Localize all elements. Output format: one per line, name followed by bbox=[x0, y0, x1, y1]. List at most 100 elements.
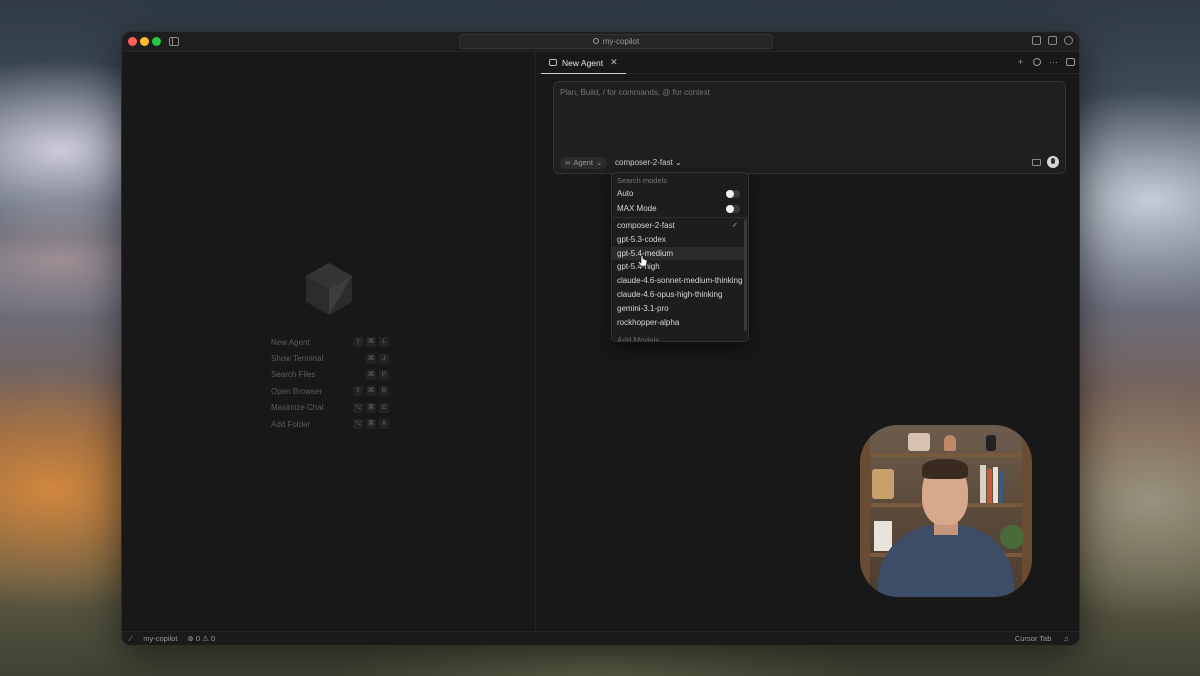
agent-mode-label: Agent bbox=[573, 158, 593, 167]
shortcut-keys: ⌥ ⌘ E bbox=[353, 402, 389, 413]
dropdown-scrollbar[interactable] bbox=[744, 219, 747, 331]
model-selector-label: composer-2-fast bbox=[615, 158, 673, 167]
new-chat-icon[interactable]: + bbox=[1016, 58, 1025, 67]
shortcut-row[interactable]: Open Browser ⇧ ⌘ B bbox=[271, 383, 389, 399]
toggle-row-max-mode[interactable]: MAX Mode bbox=[612, 202, 746, 216]
notifications-bell-icon[interactable]: ♫ bbox=[1063, 632, 1069, 645]
cursor-tab-status[interactable]: Cursor Tab bbox=[1015, 632, 1052, 645]
shortcut-label: New Agent bbox=[271, 337, 310, 347]
model-selector[interactable]: composer-2-fast ⌄ bbox=[615, 157, 682, 169]
model-option[interactable]: gpt-5.3-codex bbox=[612, 233, 746, 247]
shortcut-label: Open Browser bbox=[271, 386, 323, 396]
more-options-icon[interactable]: ··· bbox=[1049, 58, 1058, 67]
chat-icon[interactable] bbox=[1048, 36, 1057, 45]
tab-label: New Agent bbox=[562, 57, 604, 68]
history-icon[interactable] bbox=[1033, 58, 1041, 66]
command-search-bar[interactable]: my-copilot bbox=[459, 34, 773, 49]
model-dropdown: Auto MAX Mode composer-2-fast ✓ gpt-5.3-cod… bbox=[611, 172, 749, 342]
agent-tab-bar: New Agent ✕ + ··· bbox=[537, 52, 1079, 74]
model-option[interactable]: rockhopper-alpha bbox=[612, 316, 746, 330]
shortcut-row[interactable]: Search Files ⌘ P bbox=[271, 367, 389, 383]
sidebar-toggle-icon[interactable] bbox=[169, 37, 179, 46]
shortcut-keys: ⇧ ⌘ B bbox=[353, 386, 389, 397]
remote-icon[interactable]: ⟋ bbox=[128, 632, 133, 645]
tab-actions: + ··· bbox=[1016, 58, 1075, 67]
minimize-window-button[interactable] bbox=[140, 37, 149, 46]
model-option-label: gpt-5.3-codex bbox=[617, 234, 666, 244]
model-search-input[interactable] bbox=[617, 176, 737, 185]
model-option[interactable]: gemini-3.1-pro bbox=[612, 302, 746, 316]
close-tab-icon[interactable]: ✕ bbox=[610, 57, 618, 68]
toggle-label: Auto bbox=[617, 189, 634, 198]
chat-bubble-icon bbox=[549, 59, 557, 66]
shortcut-keys: ⇧ ⌘ L bbox=[353, 337, 389, 348]
shortcut-row[interactable]: Add Folder ⌥ ⌘ A bbox=[271, 416, 389, 432]
shortcut-label: Add Folder bbox=[271, 419, 311, 429]
model-option[interactable]: claude-4.6-sonnet-medium-thinking bbox=[612, 274, 746, 288]
tab-new-agent[interactable]: New Agent ✕ bbox=[541, 52, 626, 74]
model-option[interactable]: gpt-5.4-medium bbox=[612, 246, 746, 261]
keycap: ⌘ bbox=[366, 337, 376, 348]
toggle-row-auto[interactable]: Auto bbox=[612, 187, 746, 201]
shortcut-row[interactable]: Maximize Chat ⌥ ⌘ E bbox=[271, 400, 389, 416]
shortcut-row[interactable]: New Agent ⇧ ⌘ L bbox=[271, 334, 389, 350]
keycap: ⌘ bbox=[366, 369, 376, 380]
infinity-icon: ∞ bbox=[565, 158, 571, 167]
shortcut-row[interactable]: Show Terminal ⌘ J bbox=[271, 350, 389, 366]
composer-box: ∞ Agent ⌄ composer-2-fast ⌄ bbox=[553, 81, 1066, 174]
shortcut-keys: ⌘ P bbox=[366, 369, 389, 380]
keycap: P bbox=[379, 369, 389, 380]
toggle-panel-icon[interactable] bbox=[1066, 58, 1075, 66]
model-option[interactable]: composer-2-fast ✓ bbox=[612, 219, 746, 233]
shortcut-keys: ⌘ J bbox=[366, 353, 389, 364]
warning-icon: ⚠ bbox=[202, 634, 209, 643]
keycap: J bbox=[379, 353, 389, 364]
chevron-down-icon: ⌄ bbox=[595, 158, 603, 167]
shortcut-label: Show Terminal bbox=[271, 354, 324, 364]
model-option-label: gemini-3.1-pro bbox=[617, 303, 669, 313]
shortcut-label: Maximize Chat bbox=[271, 403, 324, 413]
toggle-switch[interactable] bbox=[726, 190, 740, 198]
chevron-down-icon: ⌄ bbox=[675, 158, 682, 167]
microphone-button[interactable] bbox=[1047, 156, 1059, 168]
model-option[interactable]: claude-4.6-opus-high-thinking bbox=[612, 288, 746, 302]
image-attach-icon[interactable] bbox=[1032, 159, 1041, 166]
keycap: ⌘ bbox=[366, 353, 376, 364]
layout-icon[interactable] bbox=[1032, 36, 1041, 45]
model-option-label: claude-4.6-opus-high-thinking bbox=[617, 290, 723, 299]
webcam-video bbox=[860, 425, 1032, 597]
keycap: ⌥ bbox=[353, 402, 363, 413]
maximize-window-button[interactable] bbox=[152, 37, 161, 46]
prompt-input[interactable] bbox=[560, 88, 1040, 97]
keycap: ⌥ bbox=[353, 419, 363, 430]
mouse-pointer-icon bbox=[638, 256, 648, 267]
add-models-link[interactable]: Add Models bbox=[612, 334, 746, 341]
keycap: L bbox=[379, 337, 389, 348]
toggle-switch[interactable] bbox=[726, 204, 740, 213]
model-option-label: rockhopper-alpha bbox=[617, 317, 680, 327]
shortcut-keys: ⌥ ⌘ A bbox=[353, 419, 389, 430]
keycap: A bbox=[379, 419, 389, 430]
error-icon: ⊗ bbox=[187, 634, 194, 643]
keycap: ⌘ bbox=[366, 402, 376, 413]
status-bar: ⟋ my-copilot ⊗ 0 ⚠ 0 Cursor Tab ♫ bbox=[122, 631, 1079, 645]
search-icon bbox=[592, 38, 599, 44]
title-bar-actions bbox=[1032, 36, 1073, 45]
error-count: 0 bbox=[195, 634, 200, 643]
keycap: E bbox=[379, 402, 389, 413]
toggle-label: MAX Mode bbox=[617, 203, 657, 213]
keycap: ⇧ bbox=[353, 337, 363, 348]
warning-count: 0 bbox=[210, 634, 216, 643]
keycap: ⌘ bbox=[366, 419, 376, 430]
status-project[interactable]: my-copilot bbox=[143, 632, 177, 645]
problems-indicator[interactable]: ⊗ 0 ⚠ 0 bbox=[187, 632, 215, 645]
settings-gear-icon[interactable] bbox=[1064, 36, 1073, 45]
dropdown-divider bbox=[612, 217, 748, 218]
keycap: B bbox=[379, 386, 389, 397]
checkmark-icon: ✓ bbox=[732, 222, 738, 229]
keycap: ⌘ bbox=[366, 386, 376, 397]
agent-mode-selector[interactable]: ∞ Agent ⌄ bbox=[560, 157, 608, 169]
model-option[interactable]: gpt-5.4-high bbox=[612, 260, 746, 274]
close-window-button[interactable] bbox=[128, 37, 137, 46]
model-option-label: claude-4.6-sonnet-medium-thinking bbox=[617, 276, 743, 286]
